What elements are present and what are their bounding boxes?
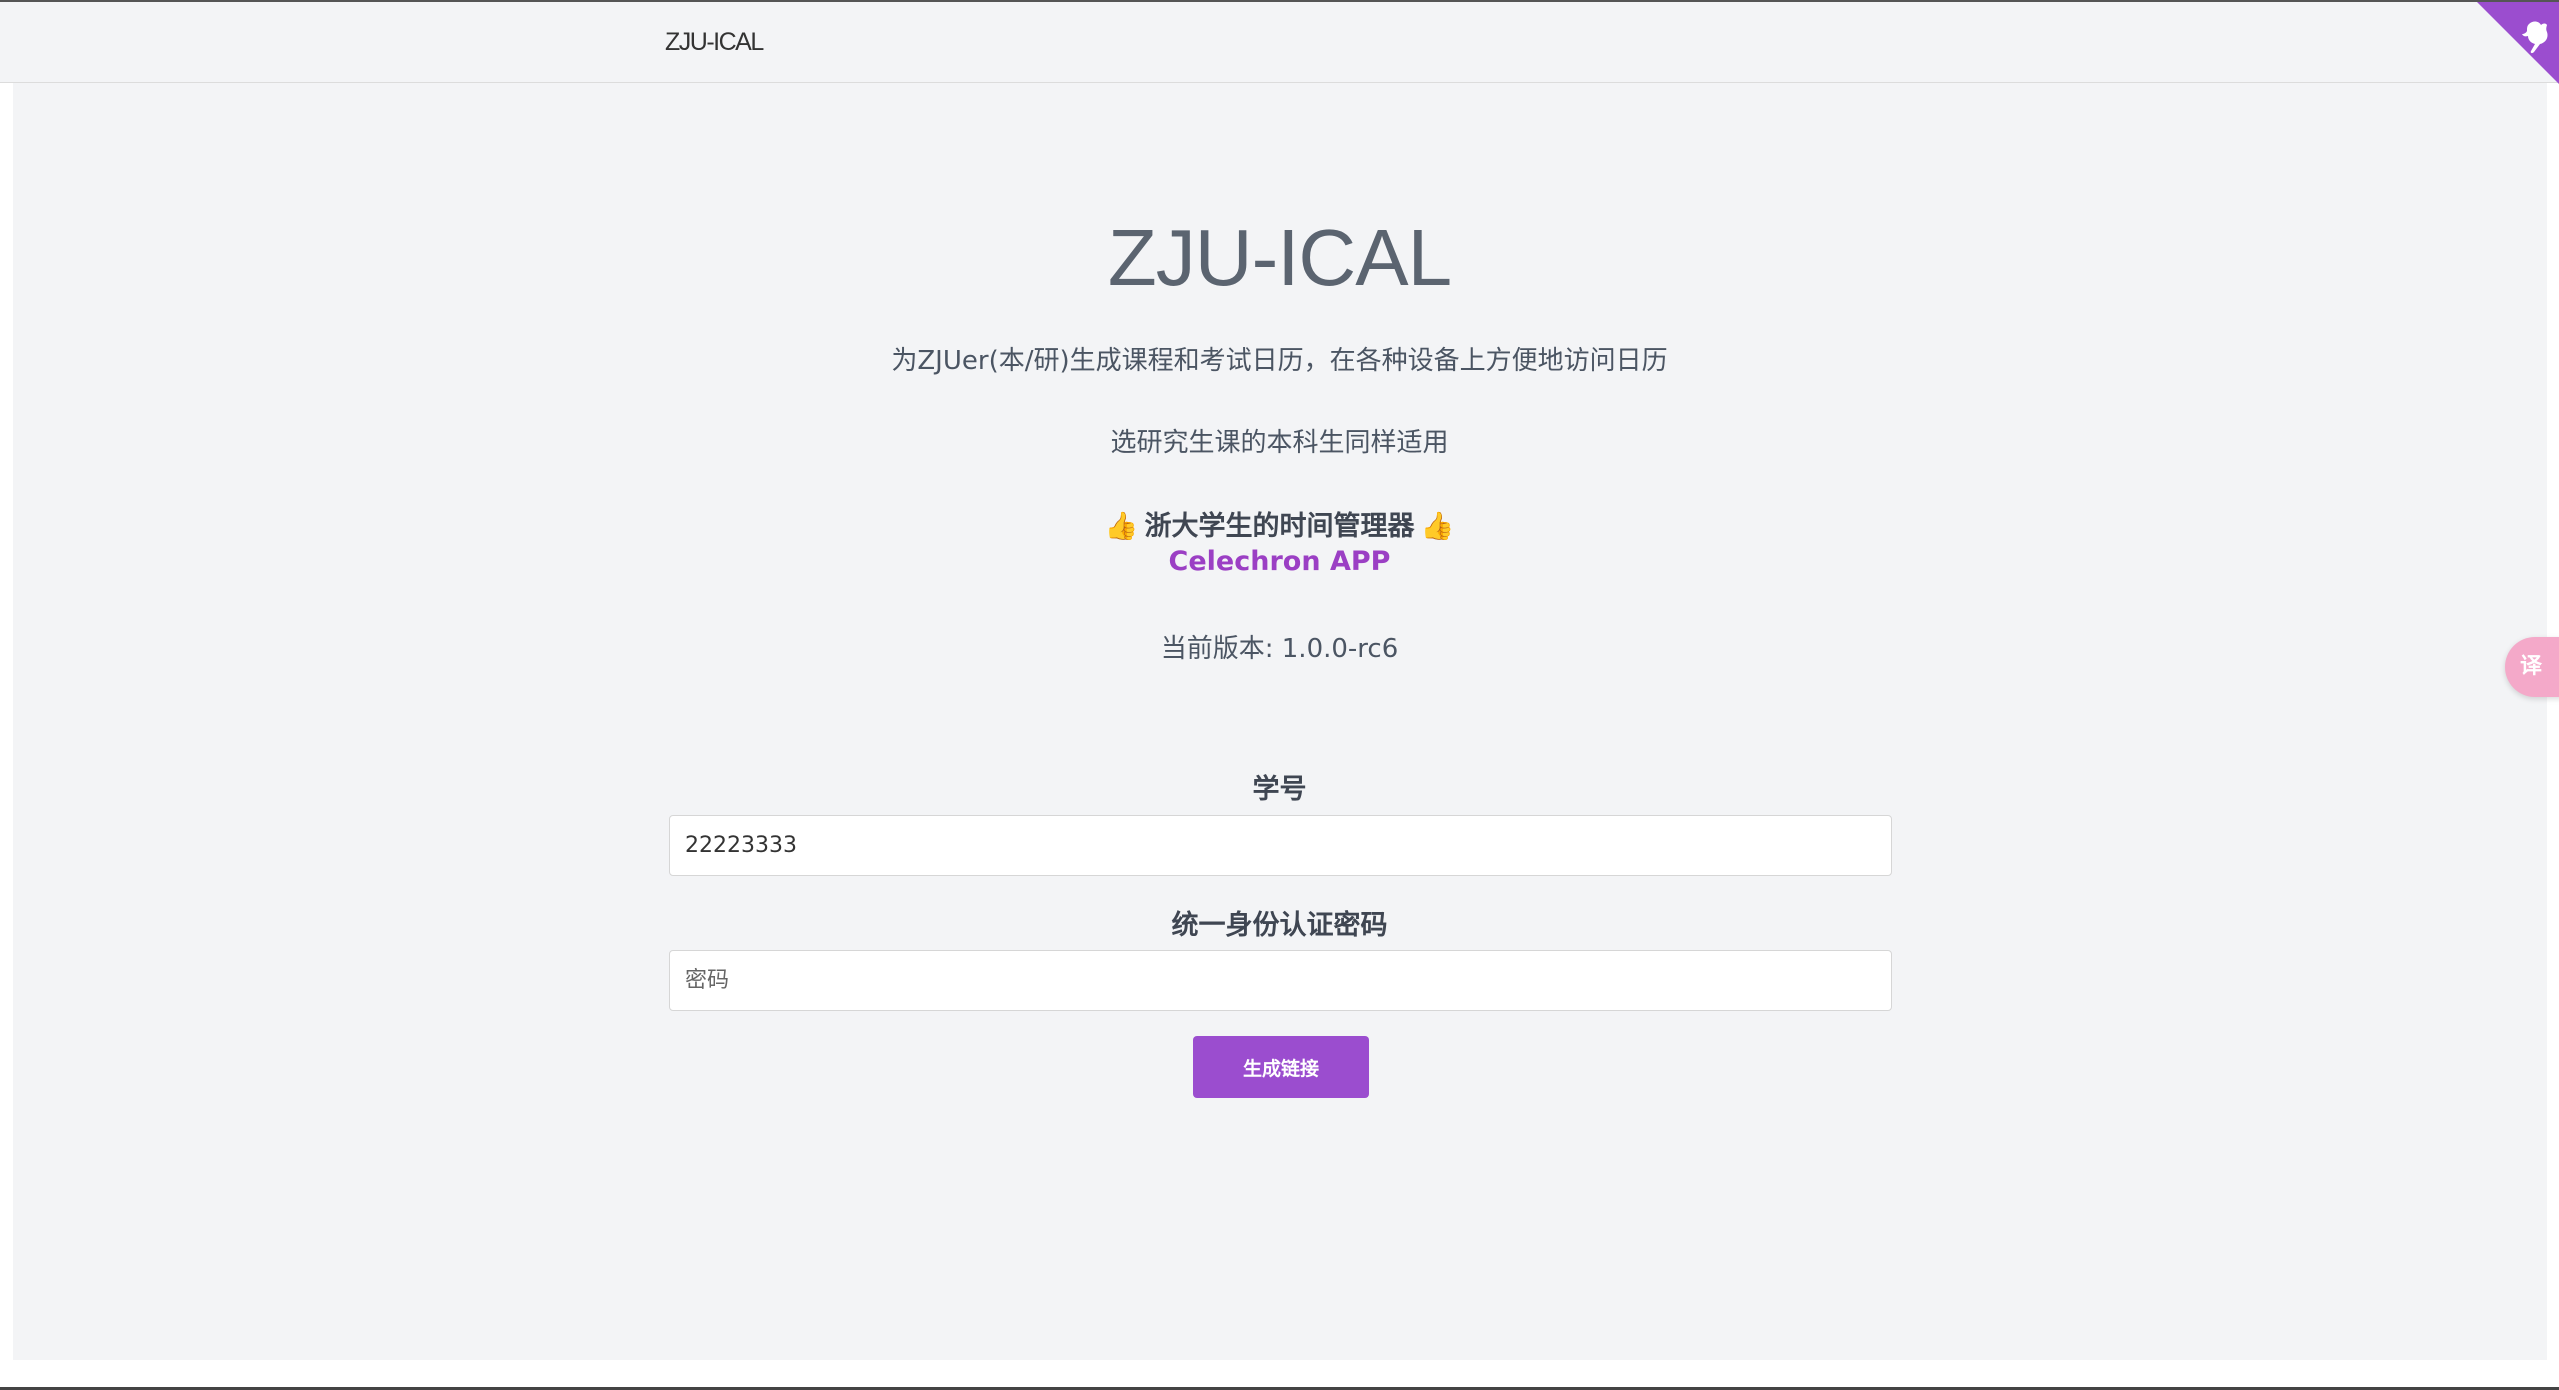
navbar: ZJU-ICAL bbox=[0, 0, 2559, 84]
page-note: 选研究生课的本科生同样适用 bbox=[1110, 428, 1449, 458]
celechron-app-link[interactable]: Celechron APP bbox=[0, 546, 2559, 577]
password-input[interactable] bbox=[669, 950, 1892, 1011]
version-text: 当前版本: 1.0.0-rc6 bbox=[1160, 634, 1399, 664]
student-id-label: 学号 bbox=[1252, 774, 1307, 805]
thumbs-up-icon: 👍 bbox=[1104, 511, 1139, 542]
student-id-input[interactable] bbox=[669, 815, 1892, 876]
page-title: ZJU-ICAL bbox=[1107, 213, 1452, 302]
github-icon[interactable] bbox=[2477, 2, 2559, 84]
password-label: 统一身份认证密码 bbox=[1171, 910, 1388, 941]
thumbs-up-icon: 👍 bbox=[1420, 511, 1455, 542]
promo-heading: 👍 浙大学生的时间管理器 👍 bbox=[0, 504, 2559, 543]
translate-widget-button[interactable]: 译 bbox=[2505, 637, 2559, 697]
browser-viewport: ZJU-ICAL ZJU-ICAL 为ZJUer(本/研)生成课程和考试日历，在… bbox=[0, 0, 2559, 1390]
page-description: 为ZJUer(本/研)生成课程和考试日历，在各种设备上方便地访问日历 bbox=[891, 346, 1668, 376]
promo-text: 浙大学生的时间管理器 bbox=[1144, 511, 1415, 542]
translate-icon: 译 bbox=[2519, 654, 2542, 679]
generate-link-button[interactable]: 生成链接 bbox=[1193, 1036, 1369, 1098]
navbar-brand[interactable]: ZJU-ICAL bbox=[665, 28, 764, 57]
